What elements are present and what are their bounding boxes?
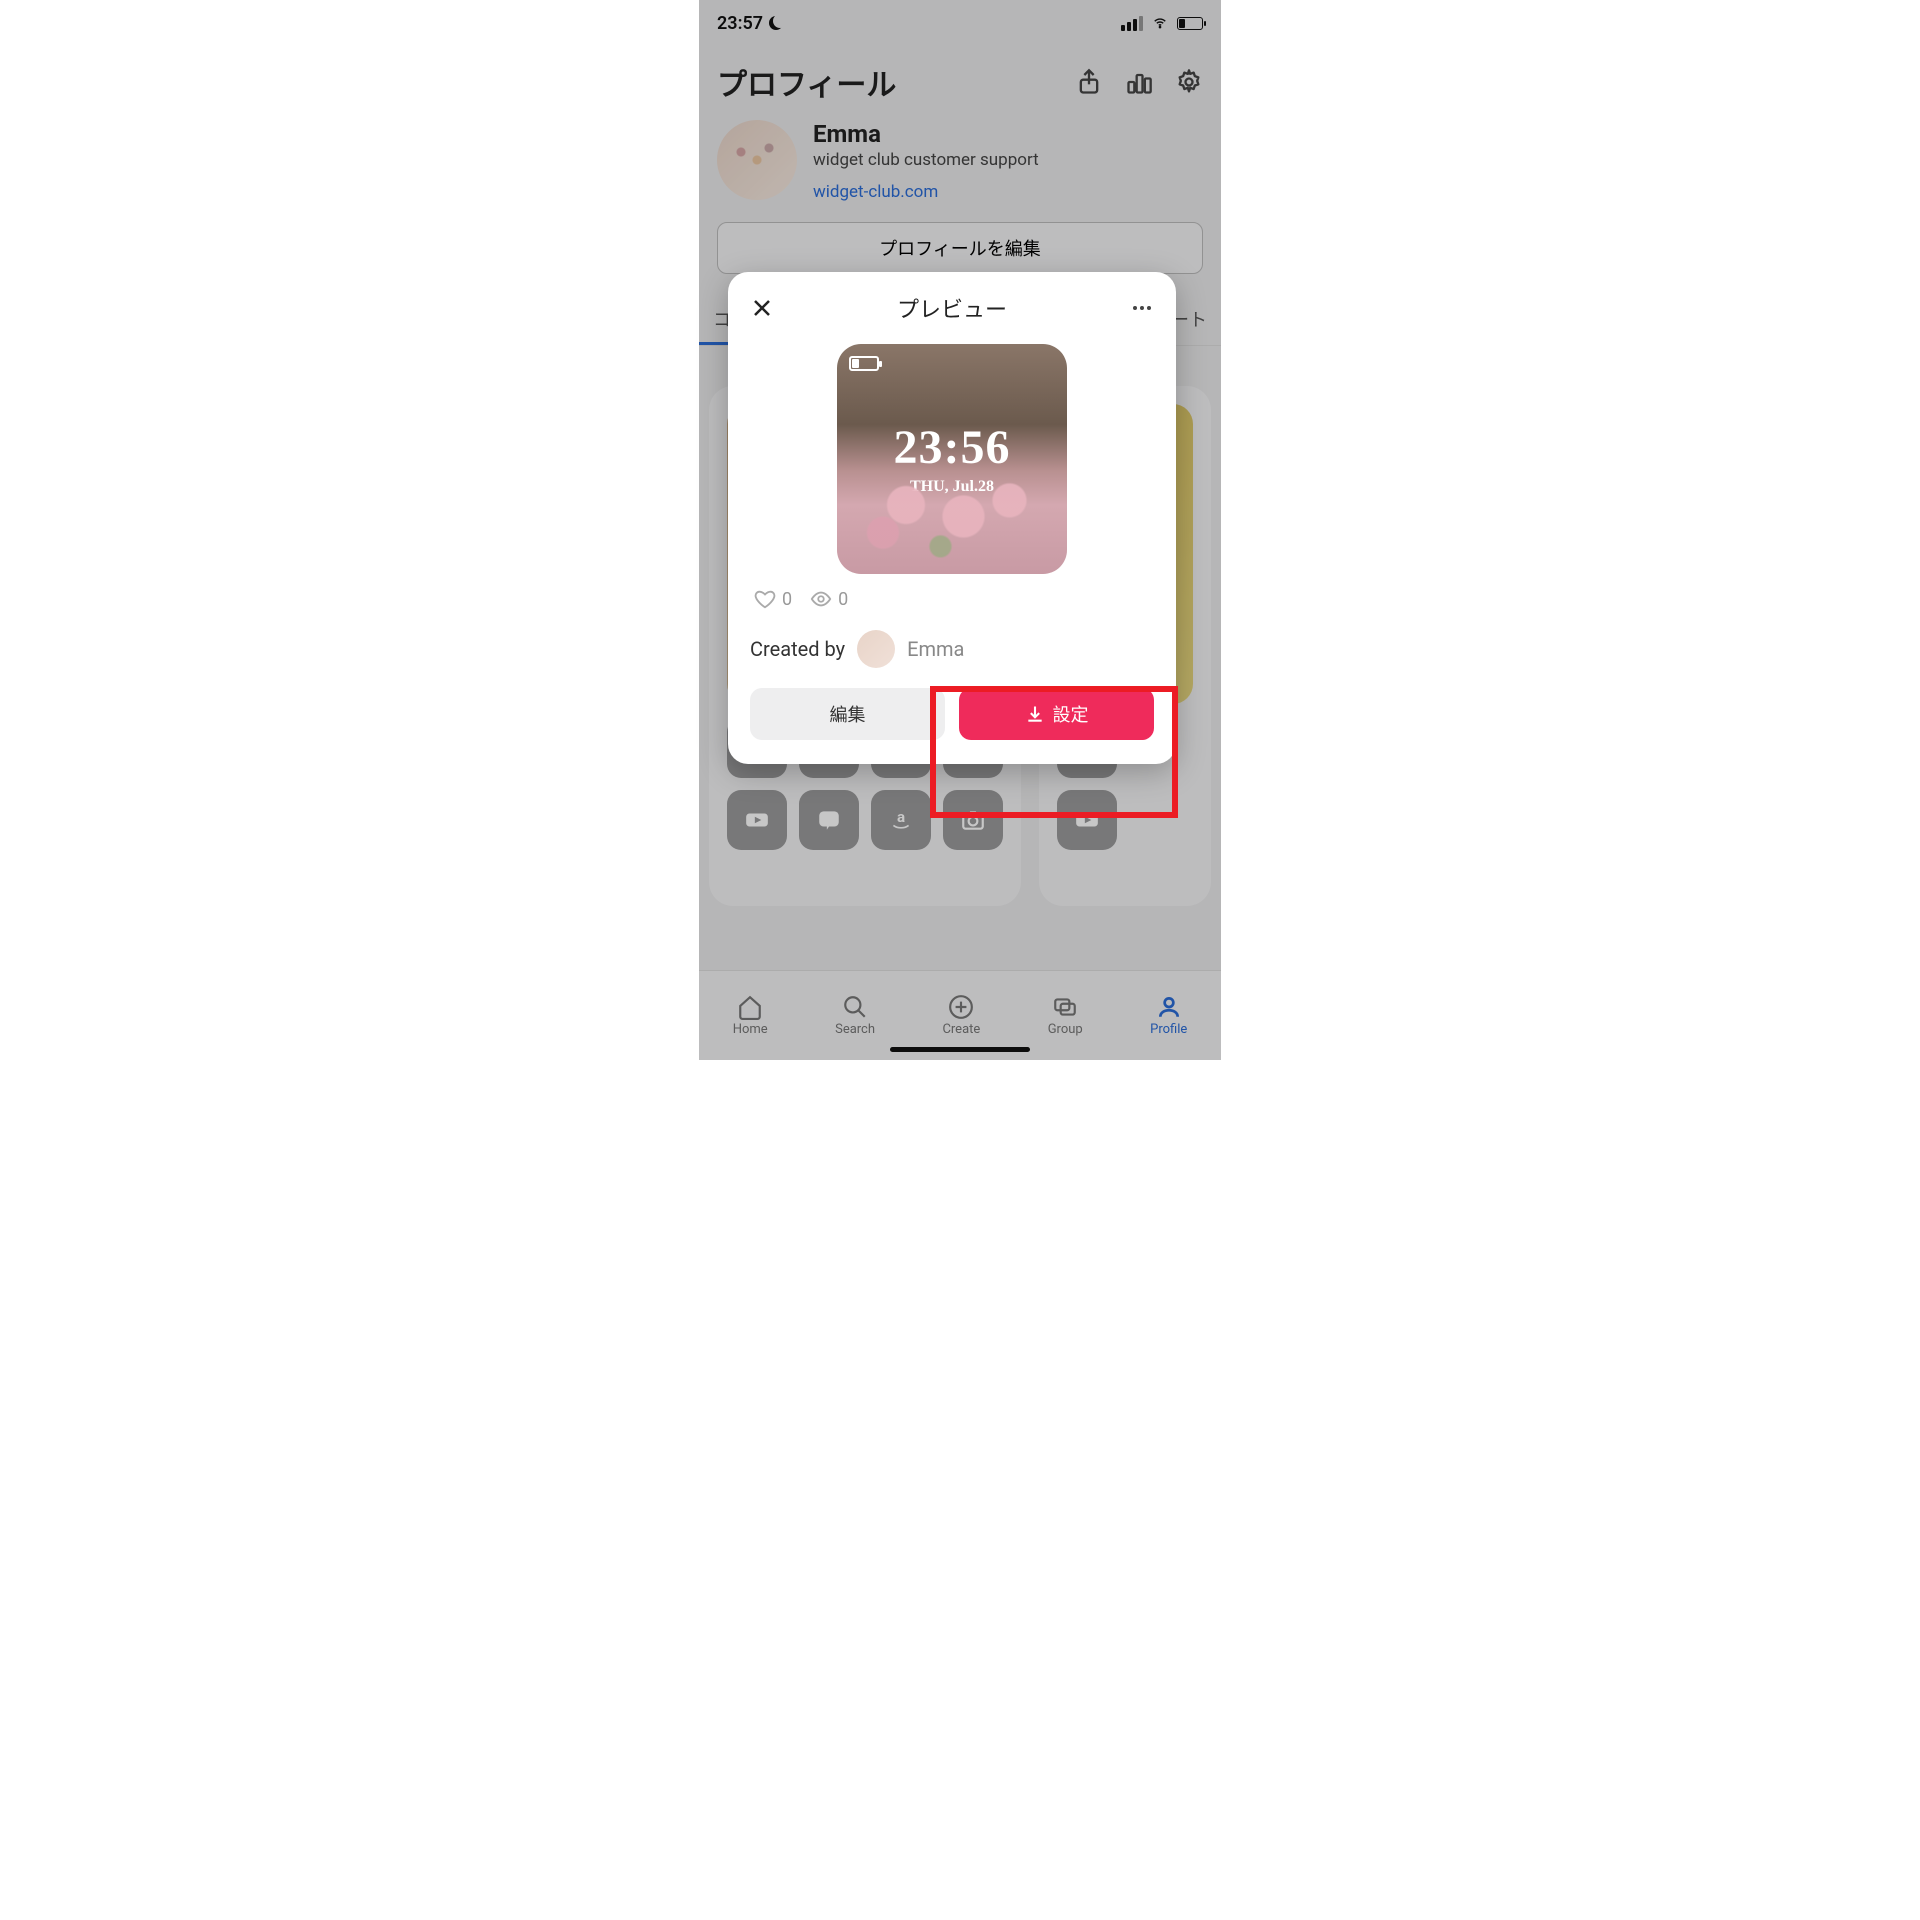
set-button[interactable]: 設定 xyxy=(959,688,1154,740)
creator-name[interactable]: Emma xyxy=(907,637,964,661)
preview-date: THU, Jul.28 xyxy=(837,478,1067,496)
stats-row: 0 0 xyxy=(754,588,1150,610)
modal-title: プレビュー xyxy=(897,292,1007,324)
heart-icon xyxy=(754,588,776,610)
created-by-label: Created by xyxy=(750,637,845,661)
preview-time: 23:56 xyxy=(837,420,1067,475)
widget-preview: 23:56 THU, Jul.28 xyxy=(837,344,1067,574)
close-icon[interactable] xyxy=(750,296,774,320)
preview-modal: プレビュー 23:56 THU, Jul.28 0 0 Created by E… xyxy=(728,272,1176,764)
edit-button[interactable]: 編集 xyxy=(750,688,945,740)
preview-battery-icon xyxy=(849,356,879,371)
download-icon xyxy=(1025,704,1045,724)
created-by-row: Created by Emma xyxy=(750,630,1154,668)
creator-avatar[interactable] xyxy=(857,630,895,668)
more-icon[interactable] xyxy=(1130,296,1154,320)
eye-icon xyxy=(810,588,832,610)
views-stat[interactable]: 0 xyxy=(810,588,848,610)
likes-stat[interactable]: 0 xyxy=(754,588,792,610)
